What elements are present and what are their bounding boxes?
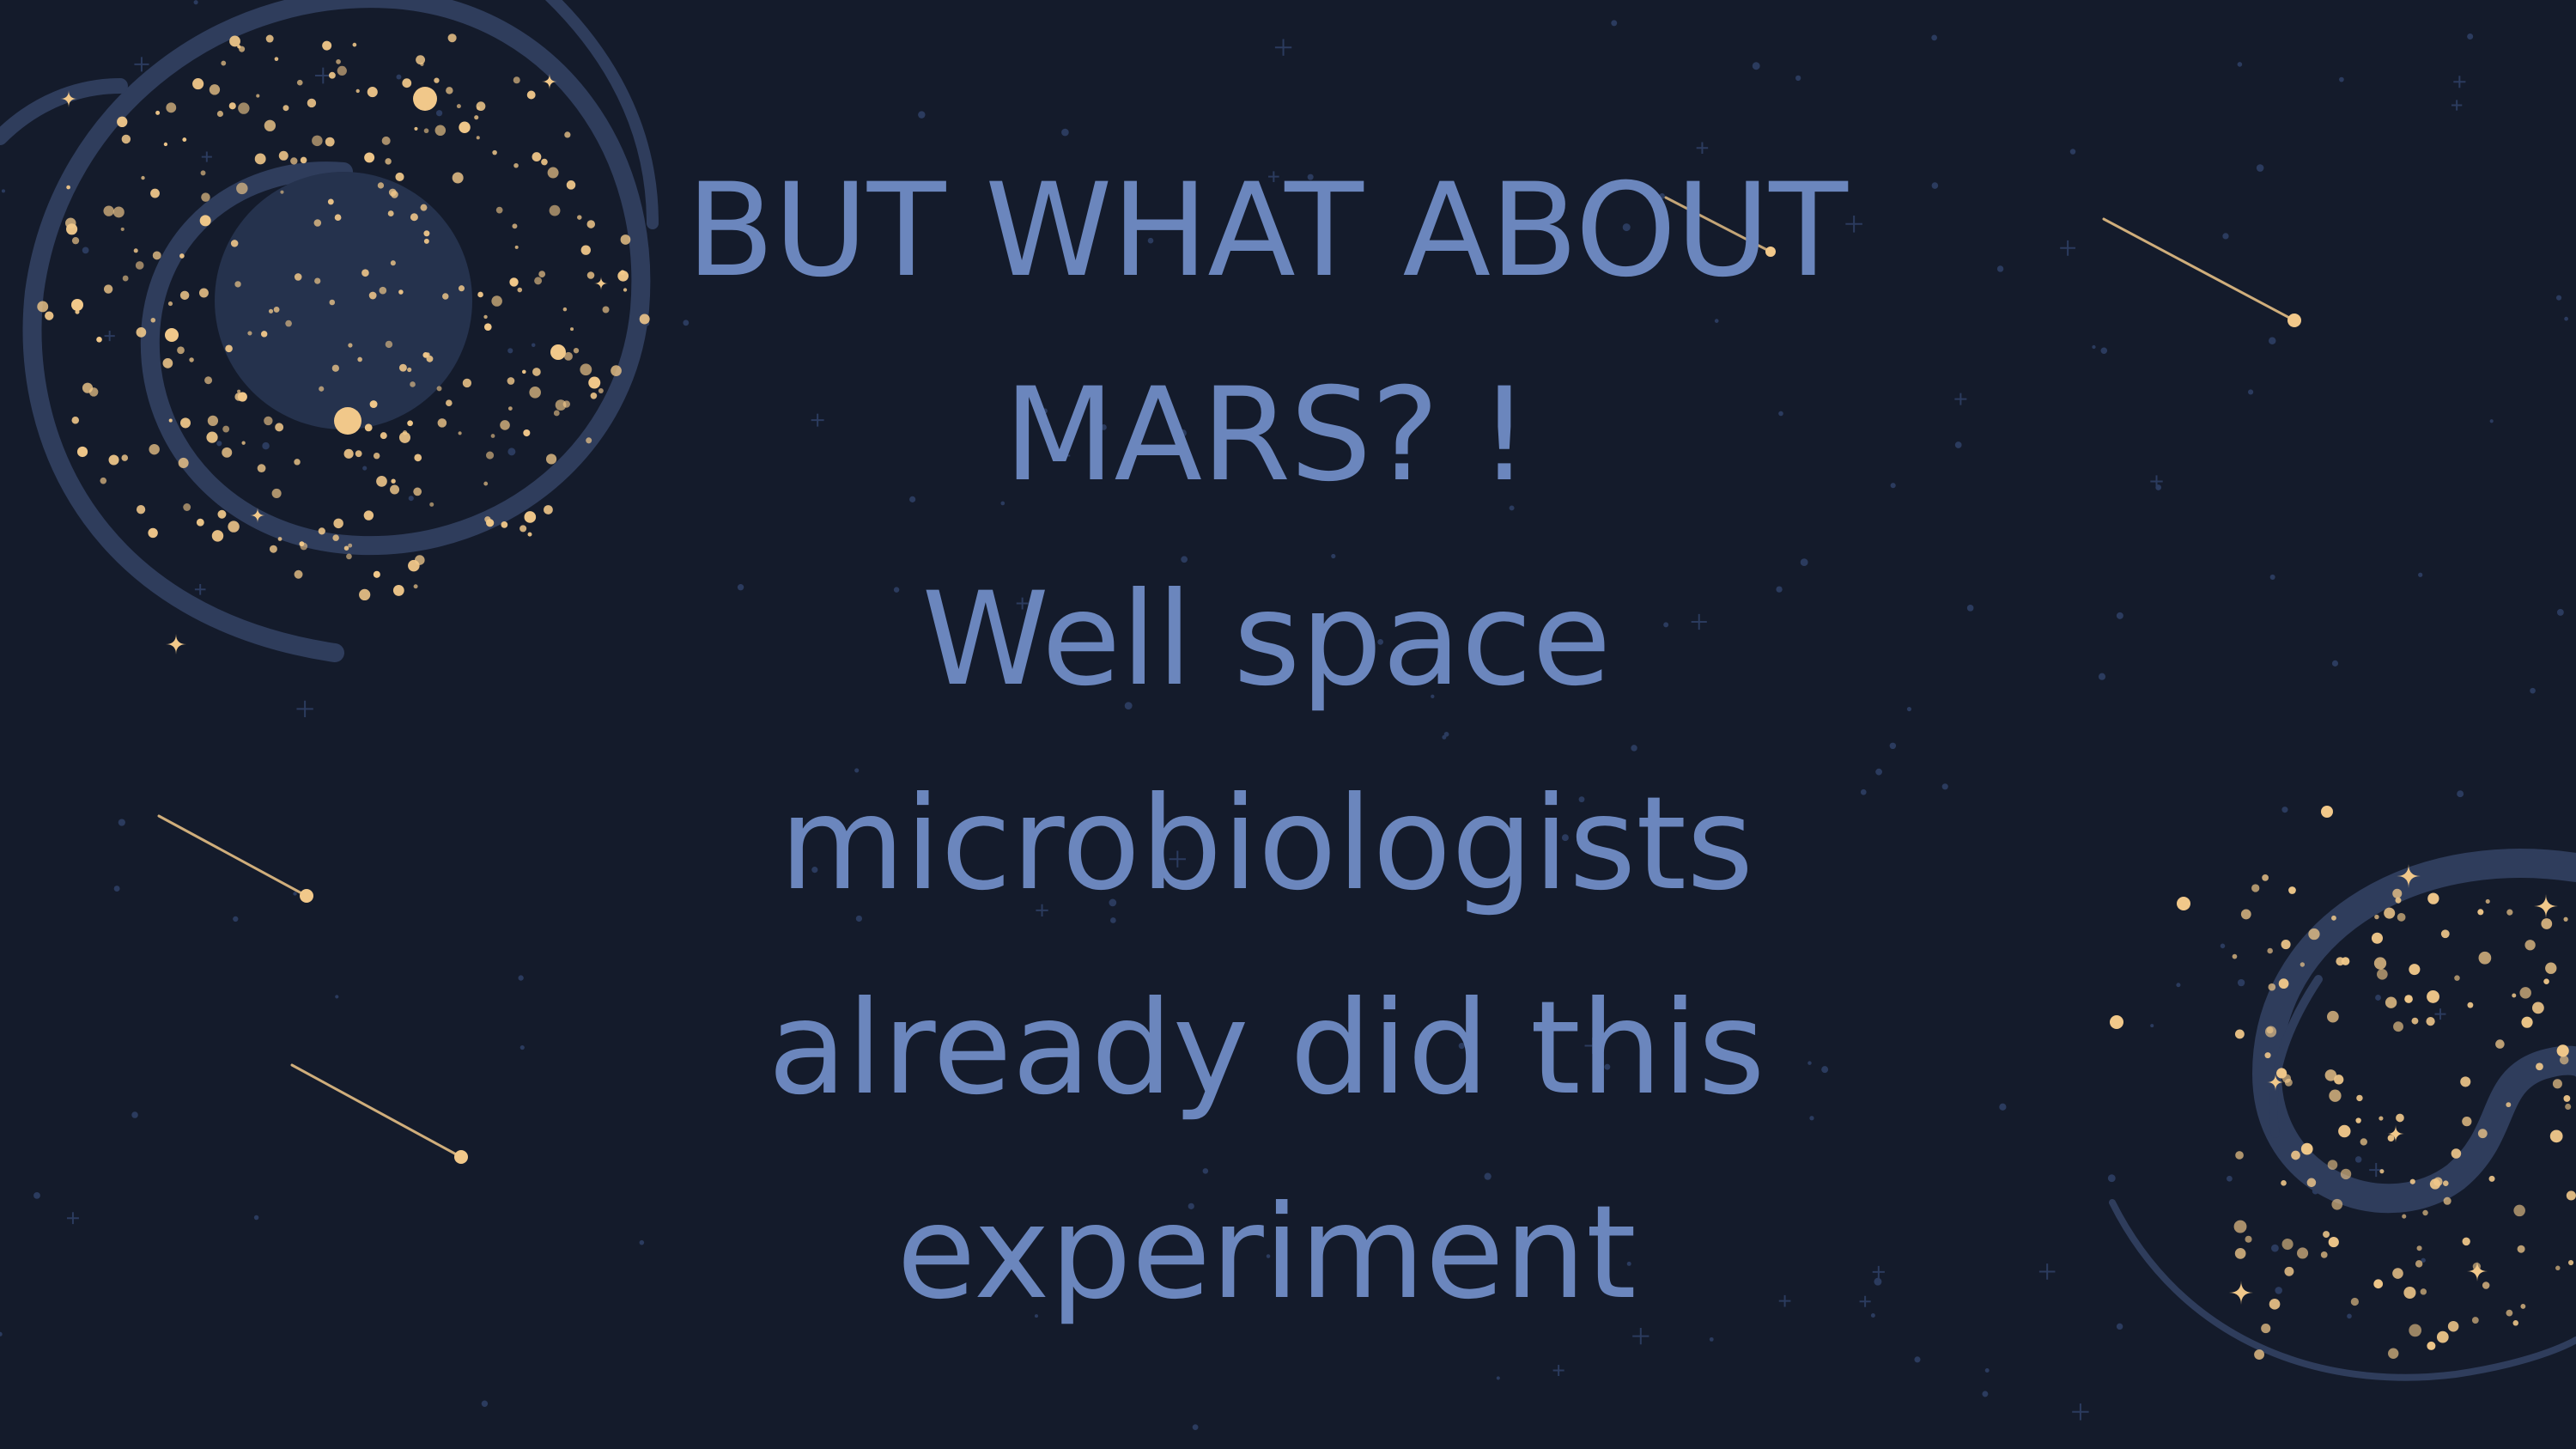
shooting-star-icon <box>290 1063 468 1164</box>
slide-title: BUT WHAT ABOUT MARS? ! Well space microb… <box>653 129 1880 1355</box>
title-line-6: experiment <box>896 1178 1637 1328</box>
title-line-1: BUT WHAT ABOUT <box>686 156 1848 306</box>
galaxy-top-left-icon <box>0 0 659 662</box>
shooting-star-icon <box>157 814 313 903</box>
shooting-star-icon <box>2102 217 2301 327</box>
title-line-5: already did this <box>768 974 1765 1123</box>
title-line-3: Well space <box>921 565 1612 715</box>
title-line-4: microbiologists <box>779 770 1754 919</box>
galaxy-bottom-right-icon <box>2109 806 2576 1381</box>
slide: BUT WHAT ABOUT MARS? ! Well space microb… <box>0 0 2576 1449</box>
title-line-2: MARS? ! <box>1004 361 1530 510</box>
